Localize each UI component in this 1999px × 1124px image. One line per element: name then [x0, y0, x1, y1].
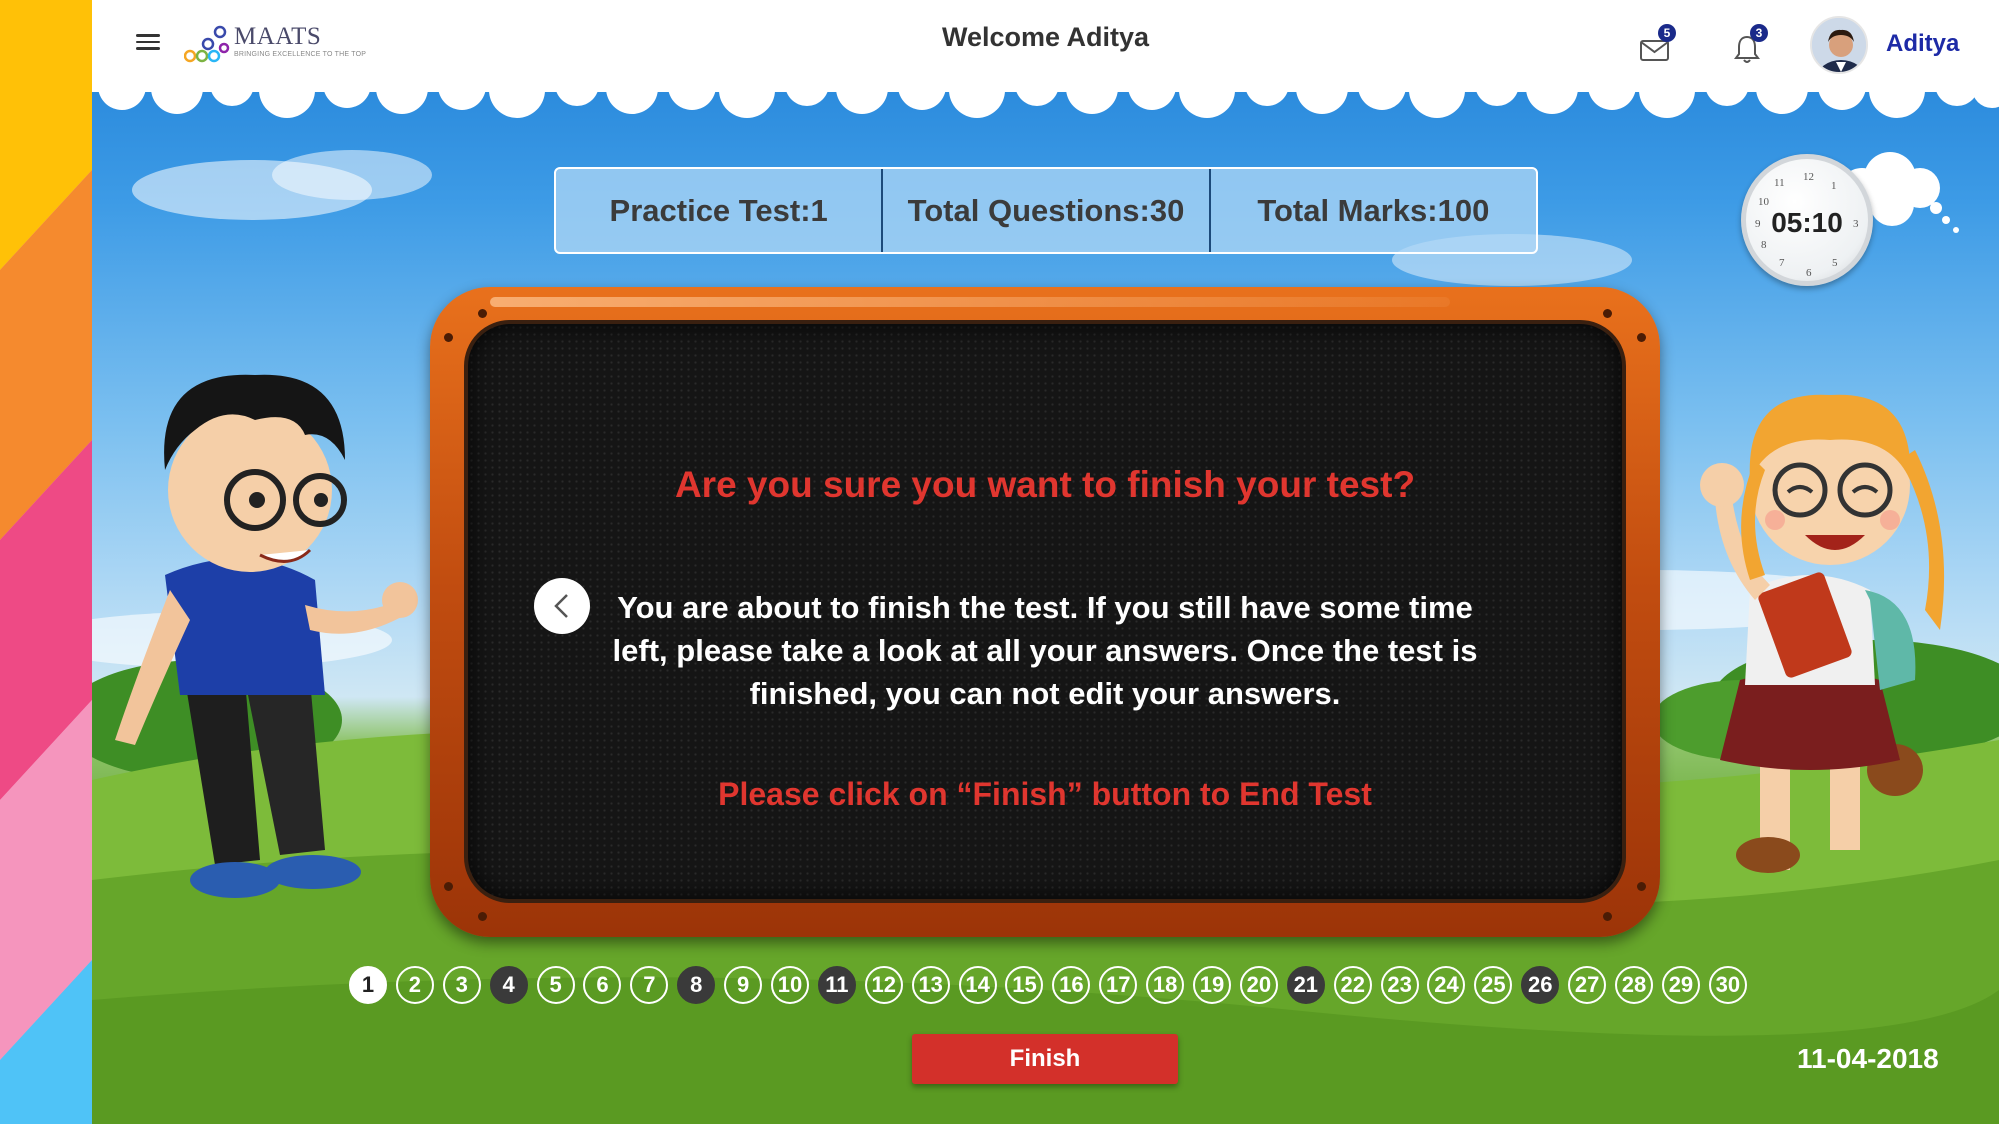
clock-number: 12 — [1803, 171, 1814, 183]
notification-count-badge: 3 — [1750, 24, 1768, 42]
welcome-title: Welcome Aditya — [941, 22, 1150, 52]
question-number-21[interactable]: 21 — [1286, 966, 1325, 1004]
question-number-28[interactable]: 28 — [1615, 966, 1654, 1004]
chevron-left-icon — [554, 594, 568, 618]
question-number-24[interactable]: 24 — [1427, 966, 1466, 1004]
question-number-2[interactable]: 2 — [395, 966, 434, 1004]
board-bolt — [1603, 912, 1612, 921]
clock-number: 6 — [1806, 267, 1812, 279]
clock-number: 8 — [1761, 239, 1767, 251]
question-number-6[interactable]: 6 — [583, 966, 622, 1004]
left-color-strip — [0, 0, 92, 1124]
clock-number: 1 — [1831, 180, 1837, 192]
question-number-18[interactable]: 18 — [1146, 966, 1185, 1004]
question-number-1[interactable]: 1 — [349, 966, 387, 1004]
clock-number: 7 — [1779, 257, 1785, 269]
question-number-5[interactable]: 5 — [536, 966, 575, 1004]
finish-button[interactable]: Finish — [912, 1034, 1178, 1084]
mail-icon[interactable]: 5 — [1638, 24, 1676, 66]
confirm-board: Are you sure you want to finish your tes… — [430, 287, 1660, 937]
cloud-border — [98, 78, 1999, 118]
board-surface: Are you sure you want to finish your tes… — [464, 320, 1626, 903]
board-bolt — [478, 309, 487, 318]
clock-number: 11 — [1774, 177, 1785, 189]
board-bolt — [1603, 309, 1612, 318]
question-number-17[interactable]: 17 — [1099, 966, 1138, 1004]
question-number-25[interactable]: 25 — [1474, 966, 1513, 1004]
current-date: 11-04-2018 — [1797, 1043, 1939, 1074]
board-bolt — [1637, 882, 1646, 891]
question-number-7[interactable]: 7 — [630, 966, 669, 1004]
dialog-instruction: Please click on “Finish” button to End T… — [718, 776, 1372, 812]
question-number-12[interactable]: 12 — [864, 966, 903, 1004]
user-avatar[interactable] — [1810, 16, 1868, 74]
board-bolt — [444, 882, 453, 891]
question-number-16[interactable]: 16 — [1052, 966, 1091, 1004]
girl-character-illustration — [1700, 394, 1945, 873]
question-number-22[interactable]: 22 — [1333, 966, 1372, 1004]
question-number-19[interactable]: 19 — [1193, 966, 1232, 1004]
question-navigator: 1 2 3 4 5 6 7 8 9 10 11 12 13 14 15 16 17 18 19 20 21 22 23 24 2… — [349, 966, 1756, 1004]
question-number-11[interactable]: 11 — [817, 966, 856, 1004]
question-number-20[interactable]: 20 — [1239, 966, 1278, 1004]
board-bolt — [1637, 333, 1646, 342]
board-bolt — [478, 912, 487, 921]
total-marks-label: Total Marks:100 — [1257, 192, 1490, 228]
dialog-title: Are you sure you want to finish your tes… — [674, 464, 1416, 505]
mail-count-badge: 5 — [1658, 24, 1676, 42]
question-number-14[interactable]: 14 — [958, 966, 997, 1004]
question-number-13[interactable]: 13 — [911, 966, 950, 1004]
dialog-message: You are about to finish the test. If you… — [612, 590, 1478, 711]
total-questions-label: Total Questions:30 — [883, 169, 1211, 252]
question-number-27[interactable]: 27 — [1568, 966, 1607, 1004]
timer-time: 05:10 — [1771, 207, 1843, 238]
previous-button[interactable] — [534, 578, 590, 634]
board-bolt — [444, 333, 453, 342]
question-number-3[interactable]: 3 — [442, 966, 481, 1004]
question-number-9[interactable]: 9 — [724, 966, 763, 1004]
question-number-10[interactable]: 10 — [771, 966, 810, 1004]
board-shine — [490, 297, 1450, 307]
question-number-29[interactable]: 29 — [1661, 966, 1700, 1004]
question-number-26[interactable]: 26 — [1521, 966, 1560, 1004]
question-number-8[interactable]: 8 — [677, 966, 716, 1004]
question-number-30[interactable]: 30 — [1708, 966, 1747, 1004]
timer-clock: 12 1 3 5 6 7 8 9 10 11 05:10 — [1741, 154, 1873, 286]
bell-icon[interactable]: 3 — [1730, 24, 1768, 66]
practice-test-label: Practice Test:1 — [556, 169, 884, 252]
test-info-bar: Practice Test:1 Total Questions:30 Total… — [554, 167, 1538, 254]
question-number-15[interactable]: 15 — [1005, 966, 1044, 1004]
question-number-23[interactable]: 23 — [1380, 966, 1419, 1004]
question-number-4[interactable]: 4 — [489, 966, 528, 1004]
user-name[interactable]: Aditya — [1886, 30, 1959, 58]
boy-character-illustration — [115, 374, 418, 898]
clock-number: 5 — [1832, 257, 1838, 269]
